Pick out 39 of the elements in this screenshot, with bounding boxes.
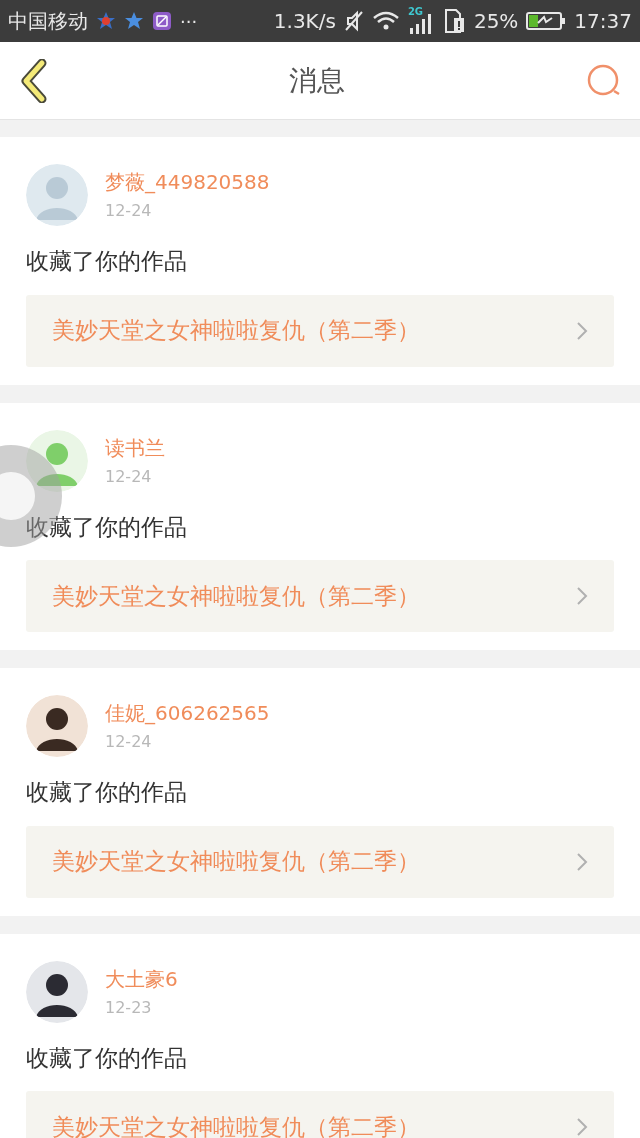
message-date: 12-23 bbox=[105, 996, 153, 1019]
work-link[interactable]: 美妙天堂之女神啦啦复仇（第二季） bbox=[26, 825, 614, 898]
message-text: 收藏了你的作品 bbox=[26, 247, 188, 276]
user-name[interactable]: 佳妮_606262565 bbox=[105, 698, 270, 728]
work-link[interactable]: 美妙天堂之女神啦啦复仇（第二季） bbox=[26, 560, 614, 632]
message-text: 收藏了你的作品 bbox=[26, 1043, 188, 1073]
chevron-right-icon bbox=[576, 586, 588, 606]
message-text: 收藏了你的作品 bbox=[26, 778, 188, 807]
message-date: 12-24 bbox=[105, 200, 153, 222]
avatar[interactable] bbox=[26, 960, 88, 1023]
wifi-icon bbox=[371, 11, 400, 31]
user-name[interactable]: 大土豪6 bbox=[105, 963, 178, 994]
mute-icon bbox=[343, 10, 364, 32]
star-badge-icon bbox=[96, 11, 116, 31]
sim-alert-icon bbox=[443, 8, 466, 34]
network-type: 2G bbox=[407, 5, 424, 19]
work-link[interactable]: 美妙天堂之女神啦啦复仇（第二季） bbox=[26, 1091, 614, 1138]
message-date: 12-24 bbox=[105, 731, 153, 753]
message-date: 12-24 bbox=[105, 465, 153, 488]
message-text: 收藏了你的作品 bbox=[26, 512, 188, 542]
page-title: 消息 bbox=[288, 62, 346, 99]
star-badge-icon bbox=[124, 11, 144, 31]
chevron-right-icon bbox=[576, 320, 588, 341]
image-icon bbox=[152, 11, 172, 31]
signal-icon bbox=[409, 14, 434, 34]
work-link[interactable]: 美妙天堂之女神啦啦复仇（第二季） bbox=[26, 294, 614, 367]
back-icon bbox=[18, 58, 48, 103]
user-name[interactable]: 读书兰 bbox=[105, 432, 165, 463]
avatar[interactable] bbox=[26, 695, 88, 757]
carrier-label: 中国移动 bbox=[8, 8, 88, 35]
battery-percent: 25% bbox=[473, 8, 519, 35]
network-speed: 1.3K/s bbox=[273, 8, 336, 35]
battery-charging-icon bbox=[526, 11, 567, 31]
user-name[interactable]: 梦薇_449820588 bbox=[105, 167, 270, 197]
back-button[interactable] bbox=[18, 58, 48, 103]
more-notifications: ··· bbox=[180, 9, 198, 34]
clock: 17:37 bbox=[574, 8, 632, 35]
chevron-right-icon bbox=[576, 1117, 588, 1137]
chevron-right-icon bbox=[576, 851, 588, 872]
